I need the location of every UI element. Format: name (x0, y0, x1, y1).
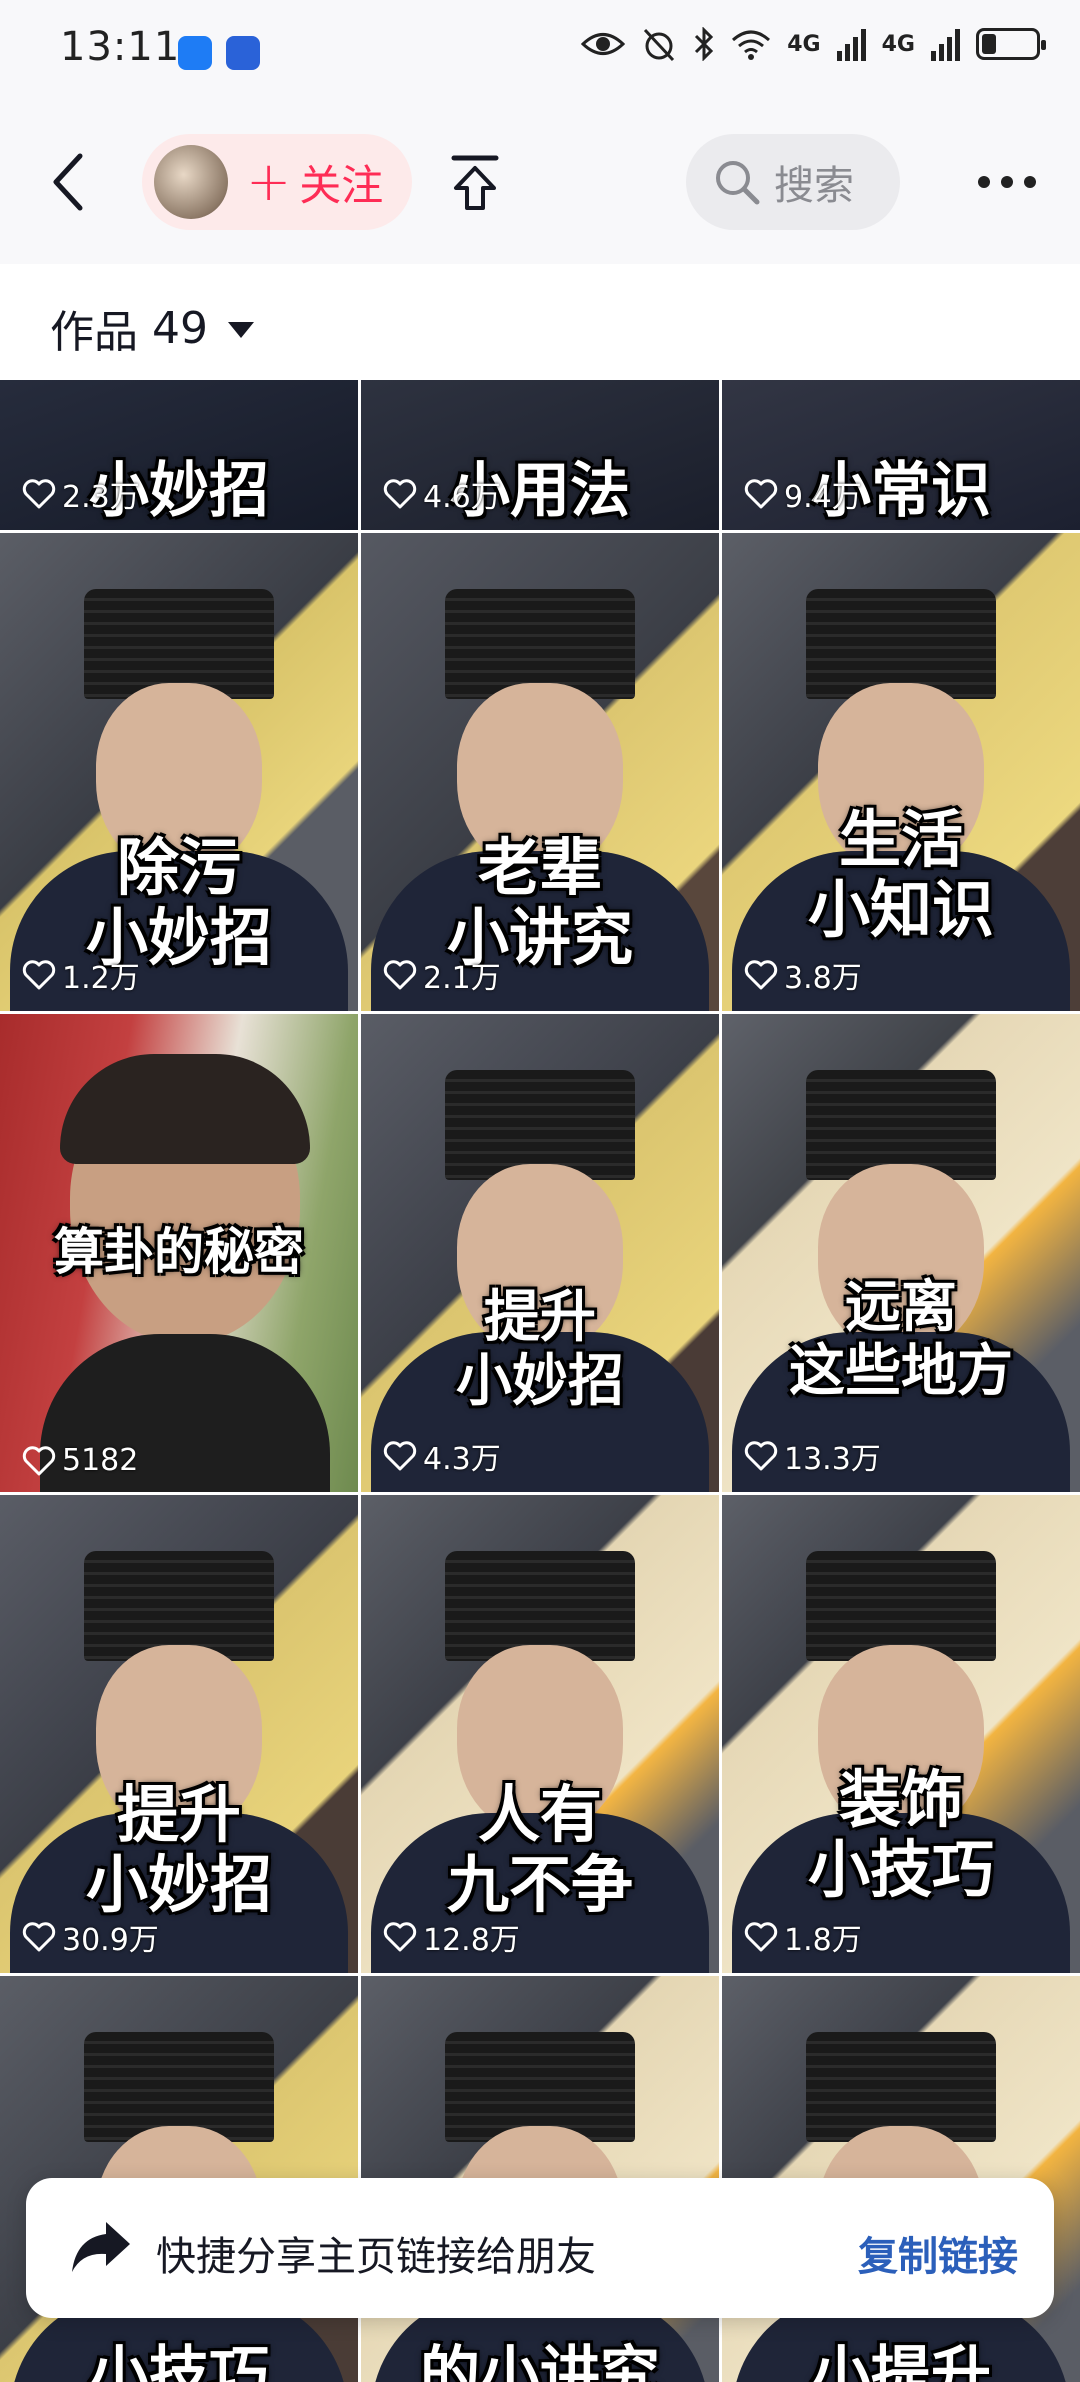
like-count: 2.1万 (383, 953, 501, 997)
works-count: 49 (152, 302, 208, 354)
search-placeholder: 搜索 (774, 163, 854, 209)
follow-label-group: + 关注 (246, 152, 383, 213)
works-header: 作品 49 (0, 264, 1080, 380)
top-nav: + 关注 搜索 (0, 104, 1080, 264)
share-text: 快捷分享主页链接给朋友 (156, 2234, 596, 2280)
status-time: 13:11 (60, 24, 181, 70)
like-count: 13.3万 (744, 1434, 881, 1478)
video-thumbnail[interactable]: 提升 小妙招 30.9万 (0, 1495, 358, 1973)
video-thumbnail[interactable]: 小常识 9.4万 (722, 380, 1080, 530)
like-count: 3.8万 (744, 953, 862, 997)
battery-icon (976, 28, 1046, 60)
video-caption: 装饰 小技巧 (807, 1763, 994, 1906)
share-banner: 快捷分享主页链接给朋友 复制链接 (26, 2178, 1054, 2318)
app-notification-icon (178, 36, 212, 70)
caret-down-icon (228, 322, 254, 338)
signal-icon (931, 27, 960, 61)
like-count: 5182 (22, 1443, 138, 1478)
video-grid: 小妙招 2.3万 小用法 4.6万 小常识 9.4万 除污 小妙招 1.2万 老… (0, 380, 1080, 2382)
works-label: 作品 (50, 307, 138, 358)
bluetooth-icon (695, 27, 714, 61)
video-thumbnail[interactable]: 除污 小妙招 1.2万 (0, 533, 358, 1011)
eye-icon (581, 33, 626, 55)
video-caption: 算卦的秘密 (54, 1223, 304, 1281)
heart-icon (744, 1922, 778, 1952)
video-caption: 小技巧 (89, 2340, 269, 2382)
video-caption: 除污 小妙招 (85, 831, 272, 974)
like-count: 4.3万 (383, 1434, 501, 1478)
video-thumbnail[interactable]: 算卦的秘密 5182 (0, 1014, 358, 1492)
video-thumbnail[interactable]: 小妙招 2.3万 (0, 380, 358, 530)
like-count: 9.4万 (744, 472, 862, 516)
video-caption: 人有 九不争 (446, 1778, 633, 1921)
back-arrow-icon[interactable] (48, 152, 88, 212)
video-caption: 提升 小妙招 (85, 1778, 272, 1921)
video-thumbnail[interactable]: 提升 小妙招 4.3万 (361, 1014, 719, 1492)
heart-icon (22, 479, 56, 509)
status-bar: 13:11 4G 4G (0, 0, 1080, 104)
works-filter-dropdown[interactable]: 作品 49 (50, 296, 254, 360)
alarm-off-icon (644, 28, 675, 62)
heart-icon (22, 1445, 56, 1475)
signal-icon (836, 27, 866, 61)
more-options-icon[interactable] (978, 176, 1036, 188)
like-count: 4.6万 (383, 472, 501, 516)
plus-icon: + (246, 150, 292, 213)
video-caption: 老辈 小讲究 (446, 831, 633, 974)
video-caption: 生活 小知识 (807, 803, 994, 946)
heart-icon (22, 1922, 56, 1952)
share-arrow-icon (72, 2222, 130, 2272)
avatar[interactable] (154, 145, 228, 219)
heart-icon (383, 960, 417, 990)
heart-icon (22, 960, 56, 990)
follow-label: 关注 (299, 160, 384, 210)
like-count: 30.9万 (22, 1915, 159, 1959)
network-type-label: 4G (881, 31, 915, 57)
network-type-label: 4G (787, 31, 821, 57)
heart-icon (383, 479, 417, 509)
search-icon (716, 161, 760, 205)
heart-icon (744, 1441, 778, 1471)
pin-to-top-icon[interactable] (448, 154, 502, 212)
video-thumbnail[interactable]: 小用法 4.6万 (361, 380, 719, 530)
video-caption: 远离 这些地方 (789, 1275, 1013, 1404)
video-thumbnail[interactable]: 装饰 小技巧 1.8万 (722, 1495, 1080, 1973)
search-box[interactable]: 搜索 (686, 134, 900, 230)
like-count: 2.3万 (22, 472, 140, 516)
status-icons: 4G 4G (581, 26, 1046, 62)
like-count: 1.8万 (744, 1915, 862, 1959)
heart-icon (383, 1922, 417, 1952)
follow-button[interactable]: + 关注 (142, 134, 412, 230)
video-thumbnail[interactable]: 生活 小知识 3.8万 (722, 533, 1080, 1011)
heart-icon (744, 479, 778, 509)
app-notification-icon (226, 36, 260, 70)
video-thumbnail[interactable]: 远离 这些地方 13.3万 (722, 1014, 1080, 1492)
heart-icon (744, 960, 778, 990)
wifi-icon (732, 30, 771, 60)
video-caption: 提升 小妙招 (456, 1285, 624, 1414)
heart-icon (383, 1441, 417, 1471)
video-caption: 小提升 (811, 2340, 991, 2382)
video-thumbnail[interactable]: 老辈 小讲究 2.1万 (361, 533, 719, 1011)
video-thumbnail[interactable]: 人有 九不争 12.8万 (361, 1495, 719, 1973)
like-count: 12.8万 (383, 1915, 520, 1959)
video-caption: 的小讲究 (420, 2340, 660, 2382)
copy-link-button[interactable]: 复制链接 (858, 2224, 1018, 2282)
like-count: 1.2万 (22, 953, 140, 997)
